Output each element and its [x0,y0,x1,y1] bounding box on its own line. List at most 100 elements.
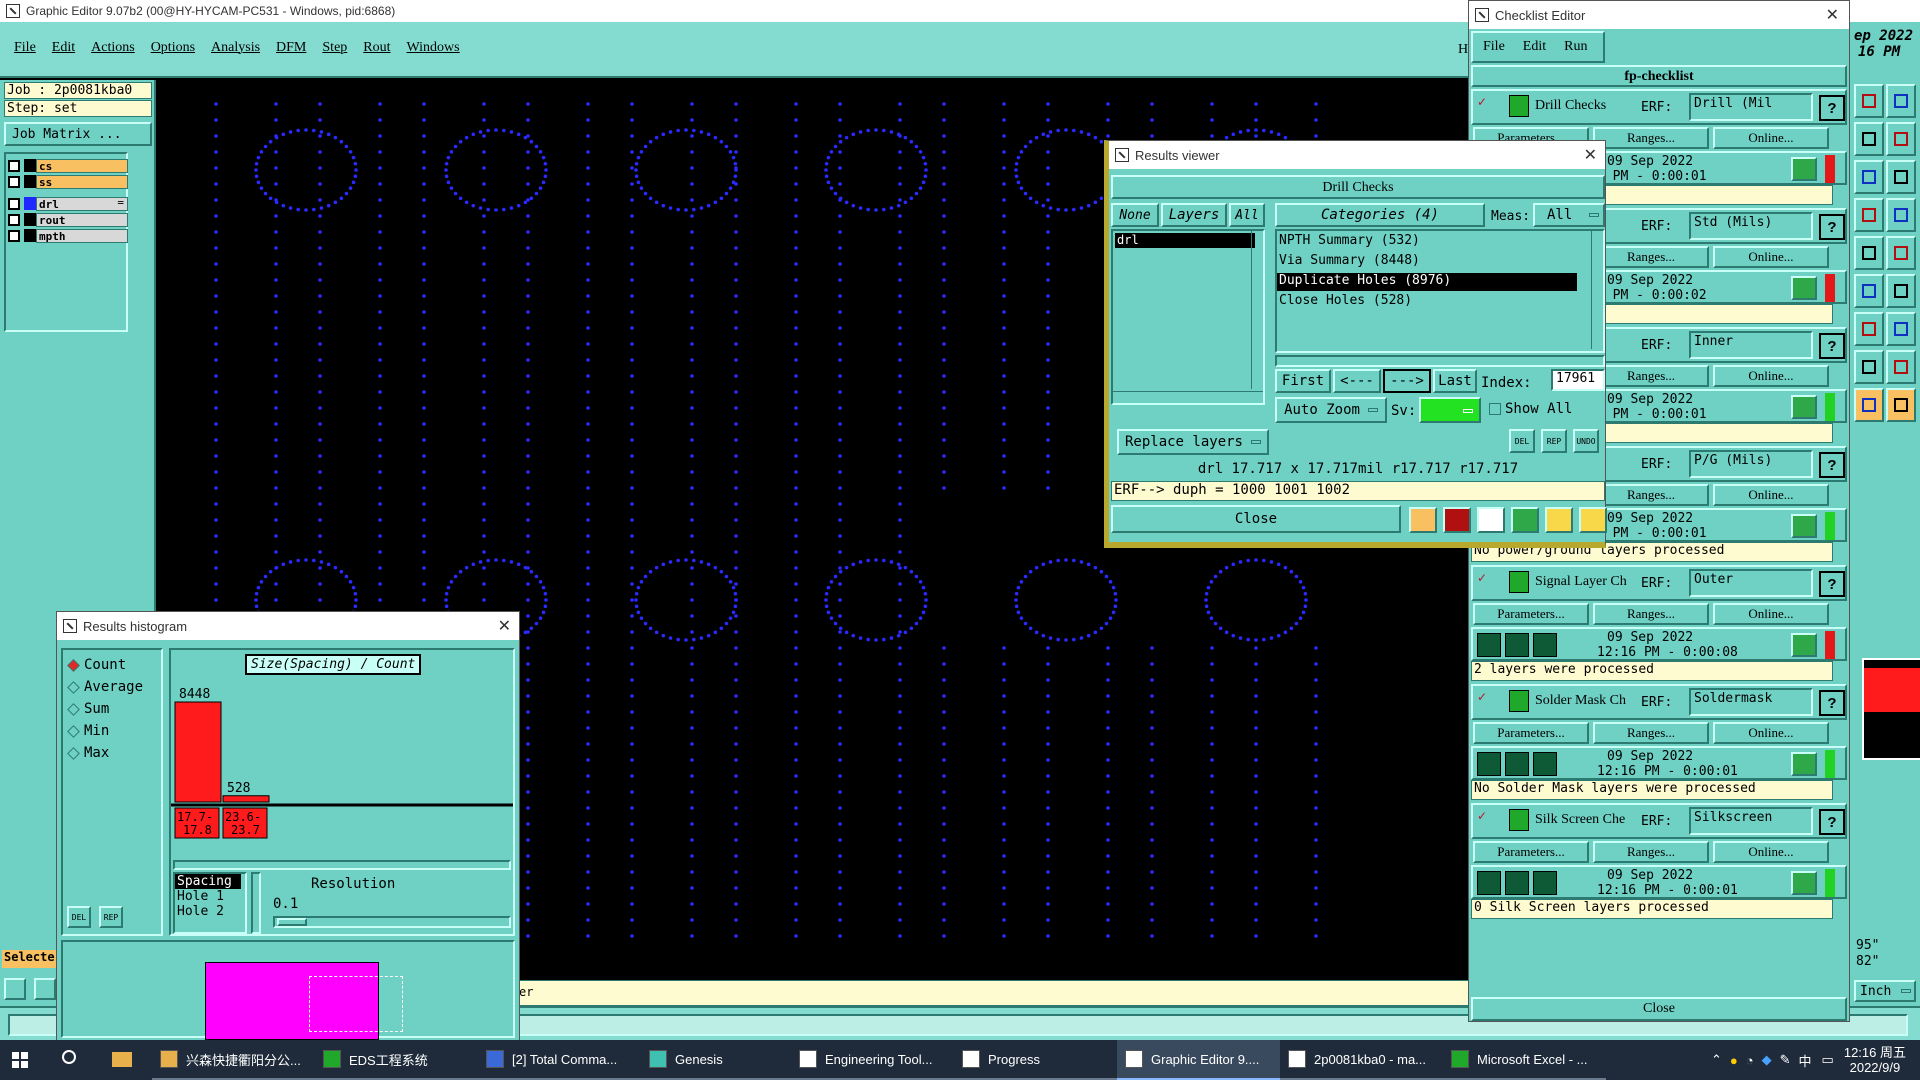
record-icon[interactable] [1443,507,1471,533]
rep-button[interactable]: REP [99,906,123,928]
layer-row-ss[interactable]: ss [8,174,128,189]
taskbar-item[interactable]: 兴森快捷衢阳分公... [152,1040,315,1080]
mirror-tool-icon[interactable] [1854,160,1884,194]
layers-none-button[interactable]: None [1111,203,1159,227]
online-button[interactable]: Online... [1713,603,1829,625]
draw-tool-icon[interactable] [1854,274,1884,308]
menu-file[interactable]: File [14,40,36,56]
parameters-button[interactable]: Parameters... [1473,722,1589,744]
circle-tool-icon[interactable] [1886,236,1916,270]
chart-icon[interactable] [1579,507,1607,533]
meas-select[interactable]: All [1533,203,1605,227]
taskbar-item[interactable]: Progress [954,1040,1117,1080]
run-step-icon[interactable] [1505,871,1529,895]
layers-all-button[interactable]: All [1229,203,1265,227]
stop-icon[interactable] [1533,633,1557,657]
erf-field[interactable]: Std (Mils) [1689,212,1813,240]
select-tool-icon[interactable] [1886,350,1916,384]
layout-tool-icon[interactable] [1854,84,1884,118]
hist-option-average[interactable]: Average [67,676,143,698]
online-button[interactable]: Online... [1713,841,1829,863]
layer-row-cs[interactable]: cs [8,158,128,173]
erf-field[interactable]: Silkscreen [1689,807,1813,835]
results-close-button[interactable]: Close [1111,505,1401,533]
menu-edit[interactable]: Edit [52,40,75,56]
show-all-checkbox[interactable] [1489,403,1501,415]
layer-checkbox[interactable] [8,175,20,188]
erf-field[interactable]: P/G (Mils) [1689,450,1813,478]
hist-option-sum[interactable]: Sum [67,698,143,720]
taskbar-item[interactable]: 2p0081kba0 - ma... [1280,1040,1443,1080]
menu-windows[interactable]: Windows [407,40,460,56]
checklist-menu-file[interactable]: File [1483,39,1505,55]
erf-help-button[interactable]: ? [1819,333,1845,359]
ranges-button[interactable]: Ranges... [1593,722,1709,744]
checklist-menu-edit[interactable]: Edit [1523,39,1546,55]
results-view-icon[interactable] [1791,395,1817,419]
list-icon[interactable] [1545,507,1573,533]
layer-row-rout[interactable]: rout [8,212,128,227]
auto-zoom-button[interactable]: Auto Zoom [1275,397,1387,423]
tray-pen-icon[interactable]: ✎ [1780,1052,1791,1068]
erf-field[interactable]: Drill (Mil [1689,93,1813,121]
slider-handle[interactable] [277,918,307,926]
measure-tool-icon[interactable] [1854,198,1884,232]
online-button[interactable]: Online... [1713,246,1829,268]
hist-list-scrollbar[interactable] [251,872,261,934]
snap-tool-icon[interactable] [1886,198,1916,232]
last-button[interactable]: Last [1433,369,1477,393]
windows-start-icon[interactable] [12,1052,28,1068]
tray-app-icon[interactable]: ● [1730,1053,1738,1068]
taskbar-clock[interactable]: 12:16 周五 2022/9/9 [1844,1045,1906,1075]
online-button[interactable]: Online... [1713,127,1829,149]
erf-help-button[interactable]: ? [1819,452,1845,478]
menu-dfm[interactable]: DFM [276,40,306,56]
hist-option-min[interactable]: Min [67,720,143,742]
first-button[interactable]: First [1275,369,1331,393]
hist-list-item[interactable]: Spacing [175,874,241,889]
menu-h[interactable]: H [1458,42,1468,58]
index-field[interactable]: 17961 [1551,369,1605,391]
erf-help-button[interactable]: ? [1819,571,1845,597]
categories-button[interactable]: Categories (4) [1275,203,1485,227]
cursor-tool-icon[interactable] [1886,388,1916,422]
hist-option-max[interactable]: Max [67,742,143,764]
taskbar-item[interactable]: [2] Total Comma... [478,1040,641,1080]
category-item[interactable]: Close Holes (528) [1277,293,1577,311]
erf-help-button[interactable]: ? [1819,95,1845,121]
online-button[interactable]: Online... [1713,484,1829,506]
ranges-button[interactable]: Ranges... [1593,484,1709,506]
parameters-button[interactable]: Parameters... [1473,603,1589,625]
vertical-scrollbar[interactable] [1251,231,1263,389]
line-tool-icon[interactable] [1886,274,1916,308]
menu-actions[interactable]: Actions [91,40,135,56]
category-hscrollbar[interactable] [1275,355,1605,367]
histogram-scrollbar[interactable] [173,860,511,870]
menu-options[interactable]: Options [151,40,195,56]
erf-help-button[interactable]: ? [1819,690,1845,716]
checklist-title-bar[interactable]: Checklist Editor ✕ [1469,1,1849,29]
checklist-menu-run[interactable]: Run [1564,39,1587,55]
check-name[interactable]: Silk Screen Che [1535,812,1625,828]
horizontal-scrollbar[interactable] [1113,391,1263,403]
hist-list-item[interactable]: Hole 2 [175,904,245,919]
zoom-tool-icon[interactable] [1886,122,1916,156]
results-view-icon[interactable] [1791,514,1817,538]
help-tool-icon[interactable] [1886,160,1916,194]
online-button[interactable]: Online... [1713,365,1829,387]
erf-field[interactable]: Outer [1689,569,1813,597]
menu-analysis[interactable]: Analysis [211,40,260,56]
checklist-close-button[interactable]: Close [1471,997,1847,1021]
crossout-icon[interactable] [1477,507,1505,533]
tray-expand-icon[interactable]: ⌃ [1711,1052,1722,1068]
check-enabled-icon[interactable]: ✓ [1477,571,1487,585]
results-view-icon[interactable] [1791,157,1817,181]
network-tool-icon[interactable] [1854,350,1884,384]
results-viewer-title-bar[interactable]: Results viewer ✕ [1109,141,1605,169]
run-icon[interactable] [1477,633,1501,657]
layer-row-mpth[interactable]: mpth [8,228,128,243]
parameters-button[interactable]: Parameters... [1473,841,1589,863]
lamp-icon[interactable] [1409,507,1437,533]
tray-chat-icon[interactable]: ▭ [1822,1052,1834,1068]
ranges-button[interactable]: Ranges... [1593,127,1709,149]
